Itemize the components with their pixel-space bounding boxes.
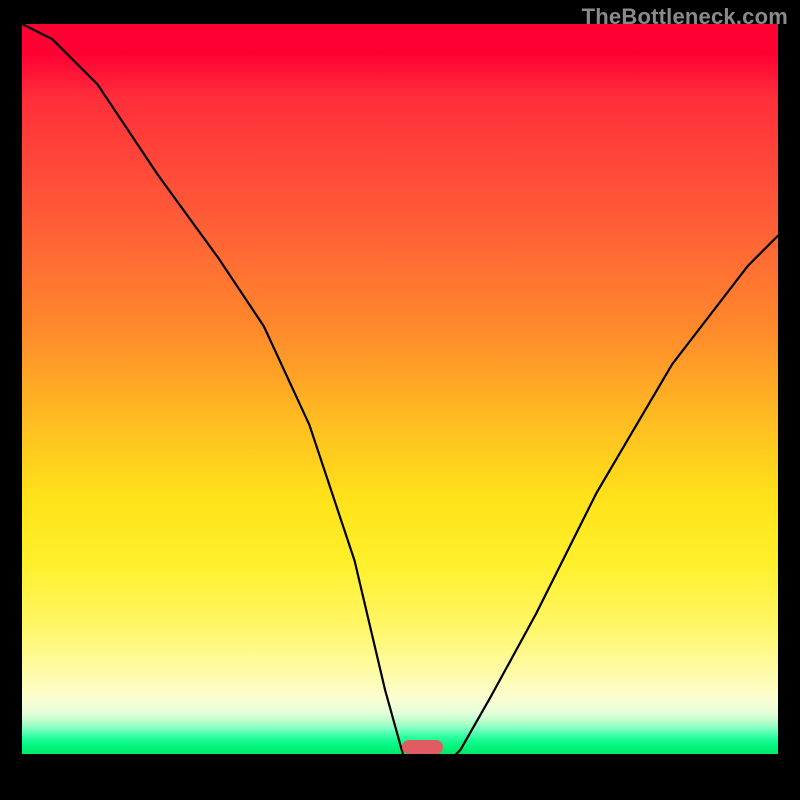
chart-frame: TheBottleneck.com xyxy=(0,0,800,800)
watermark-text: TheBottleneck.com xyxy=(582,4,788,30)
minimum-marker xyxy=(402,740,444,754)
bottleneck-curve xyxy=(22,24,778,780)
plot-area xyxy=(22,24,778,780)
